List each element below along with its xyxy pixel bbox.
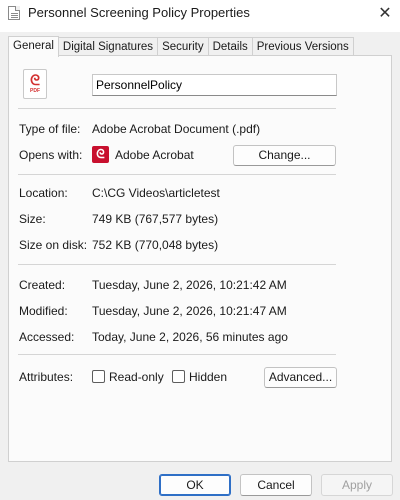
readonly-checkbox[interactable]: [92, 370, 105, 383]
location-value: C:\CG Videos\articletest: [92, 186, 220, 200]
size-on-disk-value: 752 KB (770,048 bytes): [92, 238, 219, 252]
apply-button[interactable]: Apply: [321, 474, 393, 496]
tab-general[interactable]: General: [8, 36, 59, 57]
tab-strip: General Digital Signatures Security Deta…: [8, 36, 354, 57]
document-icon: [8, 6, 20, 20]
properties-dialog: Personnel Screening Policy Properties ✕ …: [0, 0, 400, 500]
pdf-tag: PDF: [30, 88, 40, 94]
modified-value: Tuesday, June 2, 2026, 10:21:47 AM: [92, 304, 287, 318]
accessed-label: Accessed:: [19, 330, 75, 344]
general-panel: [8, 55, 392, 462]
created-value: Tuesday, June 2, 2026, 10:21:42 AM: [92, 278, 287, 292]
tab-previous-versions[interactable]: Previous Versions: [251, 37, 354, 56]
divider: [18, 264, 336, 265]
attributes-label: Attributes:: [19, 370, 74, 384]
readonly-label[interactable]: Read-only: [109, 370, 164, 384]
created-label: Created:: [19, 278, 66, 292]
divider: [18, 108, 336, 109]
divider: [18, 354, 336, 355]
pdf-file-icon: ᘓ PDF: [23, 69, 47, 99]
ok-button[interactable]: OK: [159, 474, 231, 496]
tab-security[interactable]: Security: [157, 37, 209, 56]
cancel-button[interactable]: Cancel: [240, 474, 312, 496]
location-label: Location:: [19, 186, 68, 200]
acrobat-swirl-icon: ᘓ: [30, 72, 40, 88]
close-button[interactable]: ✕: [370, 0, 400, 26]
window-title: Personnel Screening Policy Properties: [28, 5, 250, 20]
divider: [18, 174, 336, 175]
size-label: Size:: [19, 212, 46, 226]
tab-digital-signatures[interactable]: Digital Signatures: [57, 37, 159, 56]
adobe-acrobat-icon: ᘓ: [92, 146, 109, 163]
file-name-input[interactable]: [92, 74, 337, 96]
change-button[interactable]: Change...: [233, 145, 336, 166]
hidden-label[interactable]: Hidden: [189, 370, 227, 384]
accessed-value: Today, June 2, 2026, 56 minutes ago: [92, 330, 288, 344]
type-of-file-label: Type of file:: [19, 122, 81, 136]
size-on-disk-label: Size on disk:: [19, 238, 88, 252]
opens-with-label: Opens with:: [19, 148, 83, 162]
title-bar: Personnel Screening Policy Properties ✕: [0, 0, 400, 32]
hidden-checkbox[interactable]: [172, 370, 185, 383]
size-value: 749 KB (767,577 bytes): [92, 212, 219, 226]
opens-with-value: Adobe Acrobat: [115, 148, 194, 162]
type-of-file-value: Adobe Acrobat Document (.pdf): [92, 122, 261, 136]
tab-details[interactable]: Details: [207, 37, 253, 56]
advanced-button[interactable]: Advanced...: [264, 367, 337, 388]
modified-label: Modified:: [19, 304, 68, 318]
